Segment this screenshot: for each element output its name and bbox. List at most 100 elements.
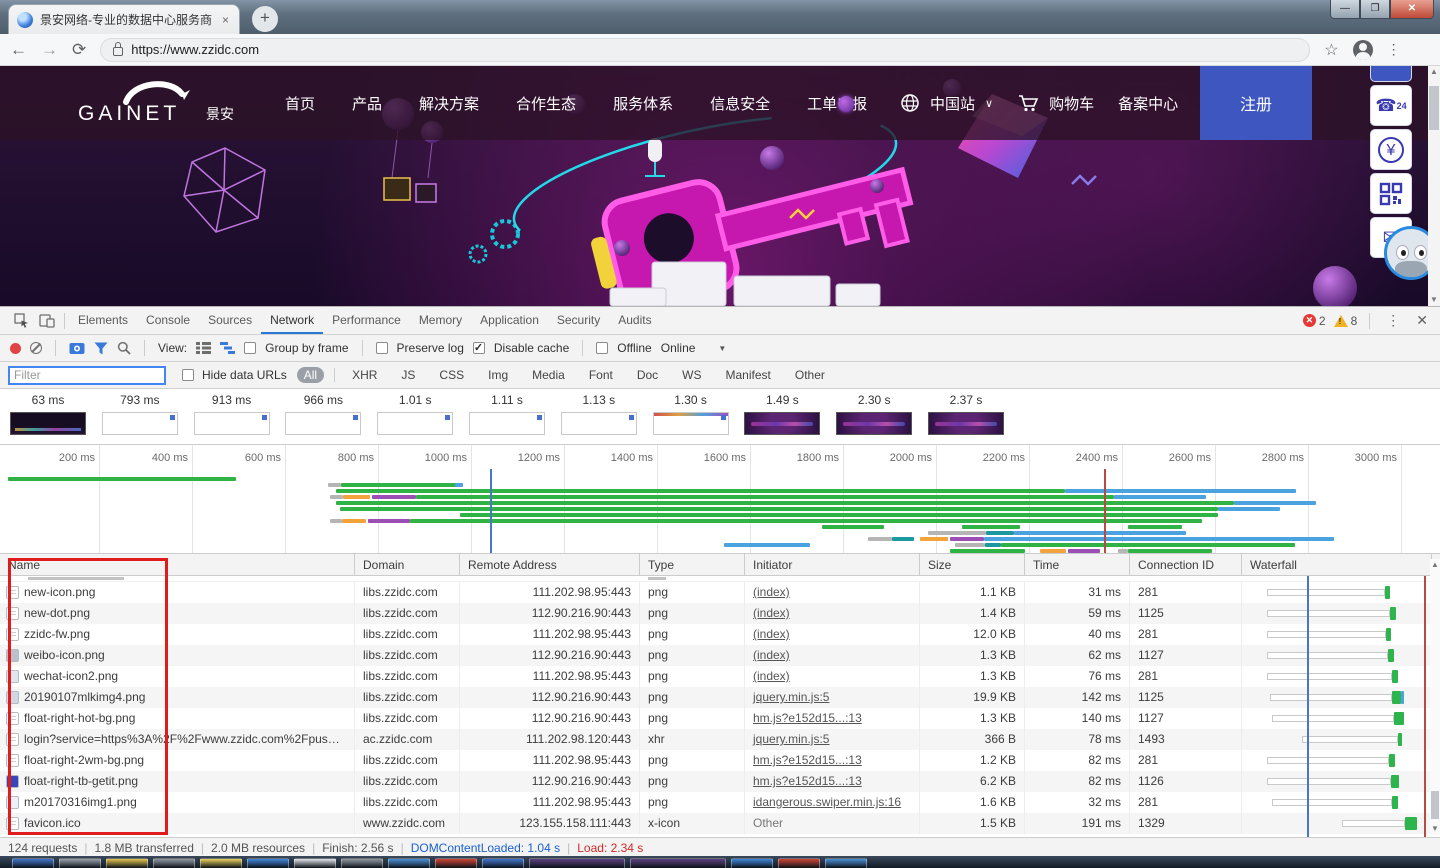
devtools-tab-application[interactable]: Application	[471, 307, 548, 334]
hide-data-urls-checkbox[interactable]	[182, 369, 194, 381]
request-name-cell[interactable]: float-right-hot-bg.png	[0, 708, 355, 729]
cart-icon[interactable]	[1017, 93, 1039, 113]
filter-funnel-icon[interactable]	[94, 342, 108, 355]
devtools-tab-network[interactable]: Network	[261, 307, 323, 334]
filter-type-manifest[interactable]: Manifest	[719, 367, 778, 383]
filmstrip-frame[interactable]: 1.49 s	[736, 393, 828, 435]
browser-menu-icon[interactable]: ⋮	[1387, 41, 1401, 58]
close-button[interactable]: ✕	[1390, 0, 1434, 19]
devtools-tab-memory[interactable]: Memory	[410, 307, 471, 334]
table-row[interactable]: login?service=https%3A%2F%2Fwww.zzidc.co…	[0, 729, 1440, 750]
page-scrollbar[interactable]: ▲ ▼	[1428, 66, 1440, 306]
taskbar-icon[interactable]	[482, 858, 524, 868]
initiator-link[interactable]: (index)	[753, 669, 790, 683]
site-nav-item[interactable]: 合作生态	[516, 93, 576, 114]
view-waterfall-icon[interactable]	[220, 342, 235, 354]
phone-24-icon[interactable]: ☎24	[1370, 85, 1412, 126]
taskbar-icon[interactable]	[247, 858, 289, 868]
site-nav-item[interactable]: 首页	[285, 93, 315, 114]
view-grid-icon[interactable]	[196, 342, 211, 354]
taskbar-icon[interactable]	[778, 858, 820, 868]
devtools-tab-elements[interactable]: Elements	[69, 307, 137, 334]
filmstrip-frame[interactable]: 1.01 s	[369, 393, 461, 435]
site-logo[interactable]: GAINET 景安	[78, 76, 268, 130]
request-name-cell[interactable]: favicon.ico	[0, 813, 355, 834]
register-button[interactable]: 注册	[1200, 66, 1312, 140]
devtools-tab-performance[interactable]: Performance	[323, 307, 410, 334]
scroll-up-icon[interactable]: ▲	[1428, 66, 1440, 78]
request-initiator[interactable]: (index)	[745, 582, 920, 603]
browser-tab[interactable]: 景安网络-专业的数据中心服务商 ×	[8, 4, 240, 34]
taskbar-icon[interactable]	[12, 858, 54, 868]
filmstrip-thumbnail[interactable]	[377, 412, 453, 435]
reload-icon[interactable]: ⟳	[72, 41, 86, 58]
column-header-connection-id[interactable]: Connection ID	[1130, 554, 1242, 575]
taskbar-icon[interactable]	[435, 858, 477, 868]
request-initiator[interactable]: (index)	[745, 666, 920, 687]
taskbar-icon[interactable]	[731, 858, 773, 868]
site-nav-item[interactable]: 产品	[352, 93, 382, 114]
filter-type-other[interactable]: Other	[788, 367, 832, 383]
request-initiator[interactable]: jquery.min.js:5	[745, 729, 920, 750]
devtools-close-icon[interactable]: ✕	[1412, 312, 1432, 329]
headset-icon[interactable]	[1370, 66, 1412, 82]
taskbar-icon[interactable]	[341, 858, 383, 868]
request-initiator[interactable]: hm.js?e152d15...:13	[745, 771, 920, 792]
filmstrip-thumbnail[interactable]	[285, 412, 361, 435]
records-link[interactable]: 备案中心	[1118, 93, 1178, 114]
initiator-link[interactable]: hm.js?e152d15...:13	[753, 774, 862, 788]
site-nav-item[interactable]: 服务体系	[613, 93, 673, 114]
filmstrip-frame[interactable]: 1.11 s	[461, 393, 553, 435]
request-name-cell[interactable]: m20170316img1.png	[0, 792, 355, 813]
filter-type-all[interactable]: All	[297, 367, 324, 383]
taskbar-icon[interactable]	[294, 858, 336, 868]
request-name-cell[interactable]: login?service=https%3A%2F%2Fwww.zzidc.co…	[0, 729, 355, 750]
request-name[interactable]: 20190107mlkimg4.png	[24, 687, 145, 708]
yuan-icon[interactable]: ¥	[1370, 129, 1412, 170]
disable-cache-checkbox[interactable]	[473, 342, 485, 354]
filmstrip-thumbnail[interactable]	[10, 412, 86, 435]
request-name[interactable]: zzidc-fw.png	[24, 624, 90, 645]
tab-close-icon[interactable]: ×	[220, 13, 231, 27]
preserve-log-label[interactable]: Preserve log	[397, 341, 464, 355]
filmstrip-frame[interactable]: 2.37 s	[920, 393, 1012, 435]
request-name[interactable]: new-dot.png	[24, 603, 90, 624]
request-initiator[interactable]: hm.js?e152d15...:13	[745, 708, 920, 729]
filmstrip-thumbnail[interactable]	[653, 412, 729, 435]
table-scrollbar-thumb[interactable]	[1431, 791, 1439, 819]
group-by-frame-checkbox[interactable]	[244, 342, 256, 354]
initiator-link[interactable]: jquery.min.js:5	[753, 732, 829, 746]
request-name[interactable]: favicon.ico	[24, 813, 81, 834]
hide-data-urls-label[interactable]: Hide data URLs	[202, 368, 287, 382]
clear-icon[interactable]	[30, 342, 42, 354]
inspect-element-icon[interactable]	[8, 310, 34, 332]
filmstrip-thumbnail[interactable]	[194, 412, 270, 435]
error-badge[interactable]: ✕ 2	[1303, 314, 1326, 328]
filmstrip-frame[interactable]: 1.13 s	[553, 393, 645, 435]
filmstrip-thumbnail[interactable]	[102, 412, 178, 435]
table-row[interactable]: wechat-icon2.pnglibs.zzidc.com111.202.98…	[0, 666, 1440, 687]
request-name-cell[interactable]: float-right-2wm-bg.png	[0, 750, 355, 771]
filter-type-xhr[interactable]: XHR	[345, 367, 384, 383]
search-icon[interactable]	[117, 341, 131, 355]
table-row[interactable]: weibo-icon.pnglibs.zzidc.com112.90.216.9…	[0, 645, 1440, 666]
initiator-link[interactable]: hm.js?e152d15...:13	[753, 753, 862, 767]
request-name-cell[interactable]: wechat-icon2.png	[0, 666, 355, 687]
request-name[interactable]: m20170316img1.png	[24, 792, 137, 813]
filmstrip-frame[interactable]: 966 ms	[277, 393, 369, 435]
request-initiator[interactable]: (index)	[745, 603, 920, 624]
filmstrip-frame[interactable]: 2.30 s	[828, 393, 920, 435]
taskbar-icon[interactable]	[630, 858, 726, 868]
offline-checkbox[interactable]	[596, 342, 608, 354]
filmstrip-thumbnail[interactable]	[469, 412, 545, 435]
column-header-remote-address[interactable]: Remote Address	[460, 554, 640, 575]
devtools-tab-audits[interactable]: Audits	[609, 307, 660, 334]
bookmark-star-icon[interactable]: ☆	[1324, 40, 1338, 60]
filmstrip-thumbnail[interactable]	[836, 412, 912, 435]
globe-icon[interactable]	[900, 93, 920, 113]
request-initiator[interactable]: (index)	[745, 645, 920, 666]
request-name[interactable]: login?service=https%3A%2F%2Fwww.zzidc.co…	[24, 729, 344, 750]
page-scrollbar-thumb[interactable]	[1429, 86, 1439, 130]
filter-type-ws[interactable]: WS	[675, 367, 708, 383]
taskbar-icon[interactable]	[153, 858, 195, 868]
